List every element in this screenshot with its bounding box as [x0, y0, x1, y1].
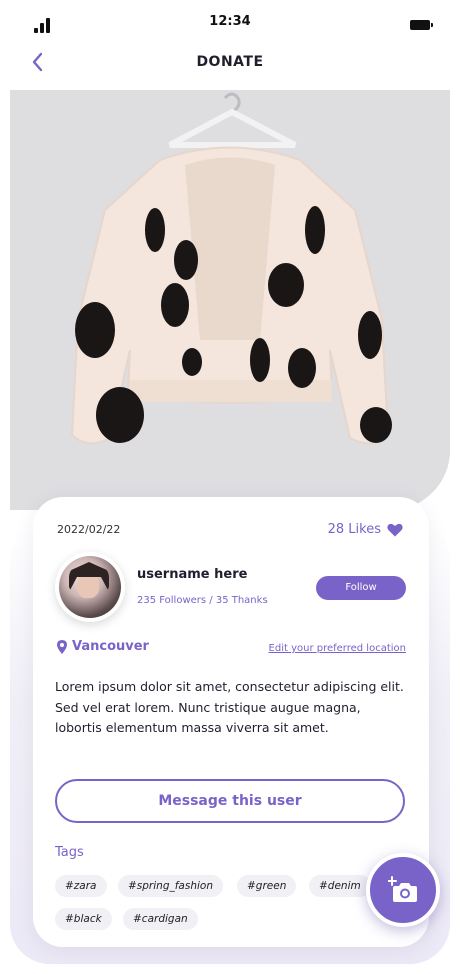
tag-chip[interactable]: #black	[55, 908, 112, 930]
add-photo-button[interactable]	[366, 853, 440, 927]
post-date: 2022/02/22	[57, 523, 121, 536]
tag-chip[interactable]: #spring_fashion	[118, 875, 223, 897]
avatar-photo	[59, 556, 121, 618]
product-photo	[10, 90, 450, 510]
username[interactable]: username here	[137, 567, 247, 582]
tags-label: Tags	[55, 845, 84, 860]
follow-button[interactable]: Follow	[316, 576, 406, 600]
location: Vancouver	[57, 639, 149, 654]
battery-icon	[410, 20, 433, 30]
post-description: Lorem ipsum dolor sit amet, consectetur …	[55, 679, 404, 735]
status-bar: 12:34	[0, 0, 460, 44]
page-title: DONATE	[196, 54, 264, 70]
tag-chip[interactable]: #cardigan	[123, 908, 198, 930]
likes-button[interactable]: 28 Likes	[328, 522, 403, 537]
tag-chip[interactable]: #zara	[55, 875, 107, 897]
tag-chip[interactable]: #denim	[309, 875, 371, 897]
edit-location-link[interactable]: Edit your preferred location	[269, 643, 406, 654]
avatar[interactable]	[55, 552, 125, 622]
status-time: 12:34	[209, 14, 251, 29]
likes-count: 28 Likes	[327, 522, 381, 537]
heart-icon	[387, 523, 403, 536]
tag-chip[interactable]: #green	[237, 875, 297, 897]
location-name: Vancouver	[72, 639, 149, 654]
add-photo-icon	[388, 876, 417, 902]
message-user-button[interactable]: Message this user	[55, 779, 405, 823]
map-pin-icon	[57, 639, 67, 654]
user-stats: 235 Followers / 35 Thanks	[137, 595, 268, 606]
